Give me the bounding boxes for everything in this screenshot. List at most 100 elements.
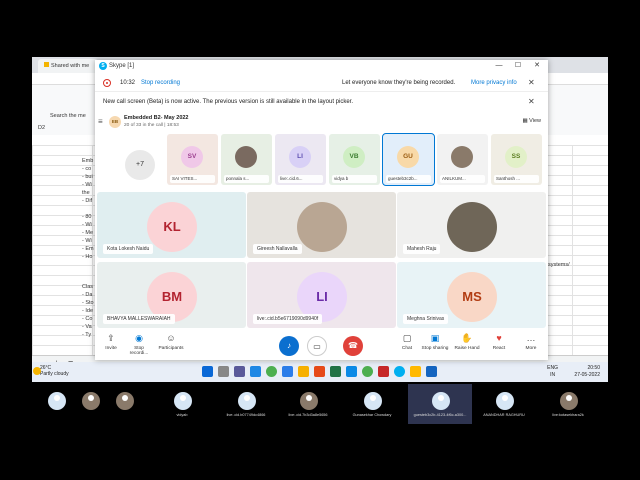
privacy-info-link[interactable]: More privacy info [471, 74, 517, 92]
participants-button[interactable]: ☺ Participants [157, 332, 185, 351]
skype-title-bar: S Skype [1] — ☐ ✕ [95, 60, 548, 72]
start-icon[interactable] [202, 366, 213, 377]
sheet-cell-text[interactable]: - Va [82, 324, 92, 330]
chrome-profile-icon[interactable] [362, 366, 373, 377]
outlook-icon[interactable] [346, 366, 357, 377]
sheet-cell-text[interactable]: - Ho [82, 254, 92, 260]
chrome-icon[interactable] [266, 366, 277, 377]
call-title[interactable]: Embedded B2- May 2022 [124, 115, 189, 121]
participant-tile[interactable]: SS Santhosh ... [491, 134, 542, 185]
bottom-participant[interactable]: live:.cid.7b3d3a8e5656 [276, 384, 340, 424]
sheet-cell-text[interactable]: - Sto [82, 300, 94, 306]
firefox-icon[interactable] [314, 366, 325, 377]
video-tile[interactable]: MS Meghna Srinivas [397, 262, 546, 328]
group-avatar: EB [109, 116, 121, 128]
stop-recording-button[interactable]: ◉ Stop recordi... [125, 332, 153, 356]
stop-recording-link[interactable]: Stop recording [141, 74, 180, 92]
camera-button[interactable]: ▭ [307, 336, 327, 356]
sheet-cell-text[interactable]: - Da [82, 292, 92, 298]
participant-avatar [174, 392, 192, 410]
video-tile[interactable]: Gireesh Nallavalla [247, 192, 396, 258]
cell-reference[interactable]: D2 [38, 125, 45, 131]
excel-icon[interactable] [330, 366, 341, 377]
view-button[interactable]: ▦ View [522, 118, 541, 124]
participant-video [297, 202, 347, 252]
system-clock[interactable]: 20:50 27-05-2022 [574, 365, 600, 379]
react-button[interactable]: ♥ React [485, 332, 513, 351]
sheet-cell-text[interactable]: Emb [82, 158, 93, 164]
language-indicator[interactable]: ENG IN [547, 365, 558, 379]
stop-sharing-button[interactable]: ▣ Stop sharing [421, 332, 449, 351]
taskbar-apps [202, 366, 437, 378]
skype-taskbar-icon[interactable] [394, 366, 405, 377]
participant-name: live:kotasekhara2k [552, 413, 584, 417]
sheet-cell-text[interactable]: - Wi [82, 222, 92, 228]
sheet-cell-text[interactable]: - Wi [82, 182, 92, 188]
hand-icon: ✋ [461, 333, 473, 343]
widgets-icon[interactable] [250, 366, 261, 377]
bottom-participant[interactable]: live:kotasekhara2k [536, 384, 600, 424]
sheet-cell-text[interactable]: - Co [82, 316, 92, 322]
sheet-cell-text[interactable]: - Me [82, 230, 93, 236]
minimize-button[interactable]: — [490, 60, 508, 72]
more-button[interactable]: … More [517, 332, 545, 351]
search-menus[interactable]: Search the me [50, 113, 86, 119]
sheet-cell-text[interactable]: Clas [82, 284, 93, 290]
search-icon[interactable] [218, 366, 229, 377]
task-view-icon[interactable] [234, 366, 245, 377]
participant-name: Kota Lokesh Naidu [103, 244, 154, 254]
sheet-cell-text[interactable]: - Dif [82, 198, 92, 204]
clock-date: 27-05-2022 [574, 372, 600, 378]
participant-name: ANANDHAR RAGHURU [483, 413, 525, 417]
bottom-participant[interactable]: Gunasekhar Chowdary [340, 384, 404, 424]
sheet-cell-text[interactable]: - Em [82, 246, 94, 252]
participant-avatar: MS [447, 272, 497, 322]
raise-hand-button[interactable]: ✋ Raise Hand [453, 332, 481, 351]
mic-button[interactable]: ♪ [279, 336, 299, 356]
close-notice-icon[interactable]: ✕ [528, 94, 535, 110]
chat-label: Chat [401, 346, 413, 351]
view-label: View [529, 118, 541, 124]
end-call-button[interactable]: ☎ [343, 336, 363, 356]
file-explorer-icon[interactable] [298, 366, 309, 377]
close-recording-banner-icon[interactable]: ✕ [528, 74, 535, 92]
bottom-participant[interactable]: live:.cid.b07749dc4866 [214, 384, 278, 424]
sheet-cell-text[interactable]: - co [82, 166, 91, 172]
participant-tile[interactable]: ANILKUM... [437, 134, 488, 185]
participant-tile[interactable]: GU guesteb3c2b... [382, 133, 435, 186]
invite-button[interactable]: ⇪ Invite [97, 332, 125, 351]
bottom-participant[interactable]: vidyab [150, 384, 214, 424]
bottom-participant[interactable]: guesteb3c2b-4123-4f6c-a300... [408, 384, 472, 424]
app-icon[interactable] [378, 366, 389, 377]
maximize-button[interactable]: ☐ [509, 60, 527, 72]
bottom-participant[interactable] [92, 384, 156, 424]
video-tile[interactable]: BM BHAVYA MALLESWARAIAH [97, 262, 246, 328]
hamburger-menu-icon[interactable]: ≡ [98, 117, 103, 126]
word-icon[interactable] [426, 366, 437, 377]
browser-tab[interactable]: Shared with me [38, 59, 98, 73]
weather-widget[interactable]: 26°C Partly cloudy [33, 365, 69, 377]
folder-icon[interactable] [410, 366, 421, 377]
bottom-participant[interactable]: ANANDHAR RAGHURU [472, 384, 536, 424]
sheet-cell-text[interactable]: - bui [82, 174, 93, 180]
more-participants-badge[interactable]: +7 [125, 150, 155, 180]
stop-sharing-label: Stop sharing [421, 346, 449, 351]
participant-name: SAI VITES... [170, 175, 215, 183]
video-tile[interactable]: LI live:.cid.b5e6719090d9940f [247, 262, 396, 328]
skype-window: S Skype [1] — ☐ ✕ 10:32 Stop recording L… [95, 60, 548, 360]
video-tile[interactable]: KL Kota Lokesh Naidu [97, 192, 246, 258]
video-tile[interactable]: Mahesh Raju [397, 192, 546, 258]
participant-tile[interactable]: SV SAI VITES... [167, 134, 218, 185]
close-window-button[interactable]: ✕ [528, 60, 546, 72]
participant-tile[interactable]: VB vidya b [329, 134, 380, 185]
sheet-cell-text[interactable]: the [82, 190, 90, 196]
participant-avatar: VB [343, 146, 365, 168]
chat-button[interactable]: ▢ Chat [393, 332, 421, 351]
sheet-cell-text[interactable]: - Ide [82, 308, 93, 314]
participant-tile[interactable]: ponnala s... [221, 134, 272, 185]
edge-icon[interactable] [282, 366, 293, 377]
sheet-cell-text[interactable]: - Wi [82, 238, 92, 244]
participant-tile[interactable]: LI live:.cid.6... [275, 134, 326, 185]
sheet-cell-text[interactable]: - 80 [82, 214, 91, 220]
sheet-cell-text[interactable]: - Ty [82, 332, 91, 338]
